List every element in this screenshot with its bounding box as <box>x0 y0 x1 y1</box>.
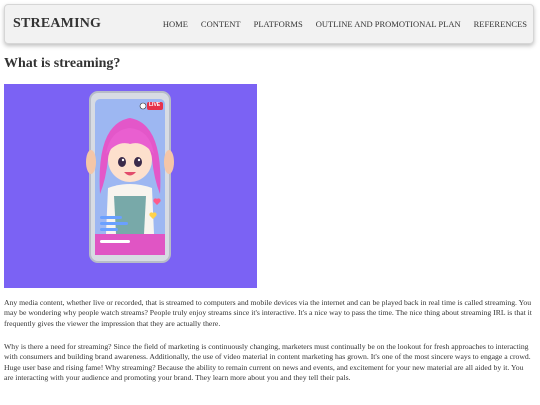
hero-illustration: LIVE <box>4 84 257 288</box>
nav-links: HOME CONTENT PLATFORMS OUTLINE AND PROMO… <box>150 19 527 29</box>
paragraph-2: Why is there a need for streaming? Since… <box>4 342 531 383</box>
page-title: What is streaming? <box>4 56 121 71</box>
nav-outline-promotional-plan[interactable]: OUTLINE AND PROMOTIONAL PLAN <box>316 19 461 29</box>
live-badge: LIVE <box>149 102 161 108</box>
paragraph-1: Any media content, whether live or recor… <box>4 298 532 328</box>
nav-references[interactable]: REFERENCES <box>474 19 527 29</box>
nav-home[interactable]: HOME <box>163 19 188 29</box>
streamer-phone-illustration <box>86 91 174 263</box>
nav-platforms[interactable]: PLATFORMS <box>254 19 303 29</box>
top-navbar: STREAMING HOME CONTENT PLATFORMS OUTLINE… <box>4 4 534 44</box>
brand-logo[interactable]: STREAMING <box>13 16 101 32</box>
nav-content[interactable]: CONTENT <box>201 19 241 29</box>
